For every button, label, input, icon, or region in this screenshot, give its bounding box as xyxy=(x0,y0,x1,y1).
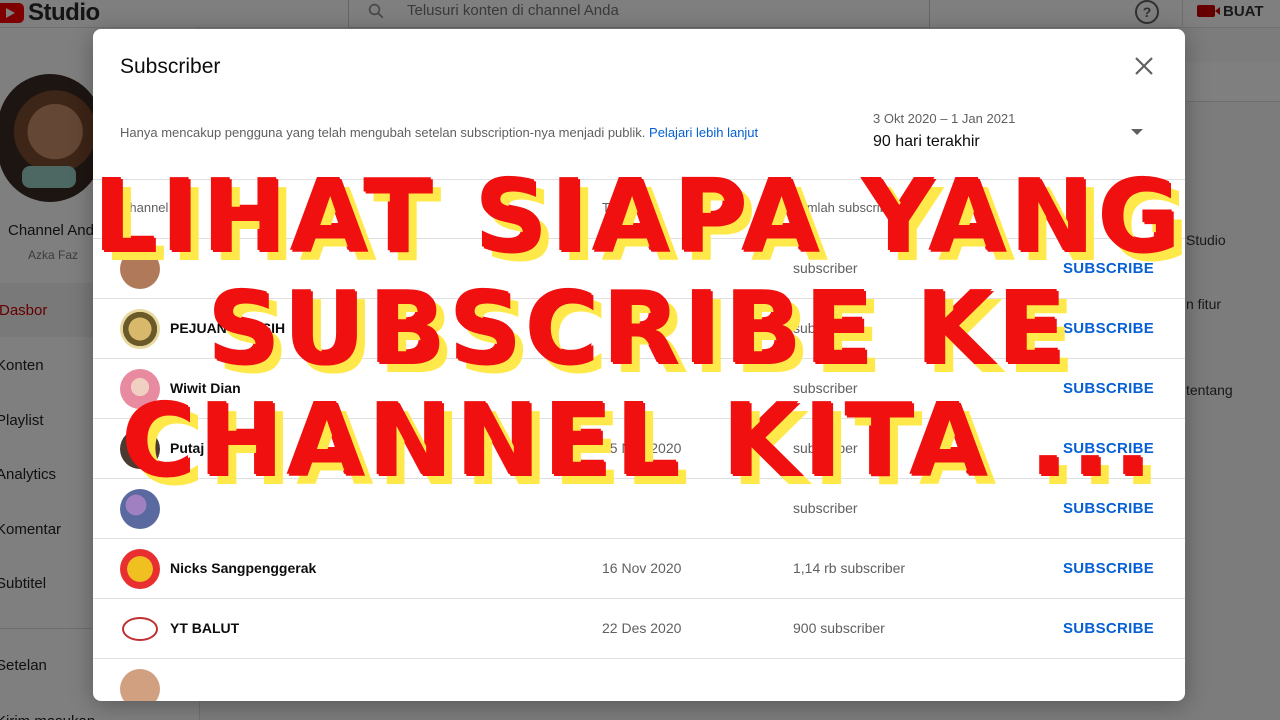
close-icon[interactable] xyxy=(1132,54,1156,78)
subscribe-date: 16 Nov 2020 xyxy=(602,560,682,576)
subscribe-date: 22 Des 2020 xyxy=(602,620,682,636)
subscriber-dialog: Subscriber Hanya mencakup pengguna yang … xyxy=(93,29,1185,701)
subscribe-button[interactable]: SUBSCRIBE xyxy=(1063,260,1154,277)
date-range-select[interactable]: 3 Okt 2020 – 1 Jan 2021 90 hari terakhir xyxy=(873,111,1153,155)
subscribe-button[interactable]: SUBSCRIBE xyxy=(1063,620,1154,637)
subscriber-name[interactable]: YT BALUT xyxy=(170,620,239,636)
avatar[interactable] xyxy=(120,369,160,409)
subscribe-button[interactable]: SUBSCRIBE xyxy=(1063,500,1154,517)
public-notice: Hanya mencakup pengguna yang telah mengu… xyxy=(120,125,758,140)
subscribe-button[interactable]: SUBSCRIBE xyxy=(1063,560,1154,577)
subscriber-count: subscriber xyxy=(793,440,858,456)
avatar[interactable] xyxy=(122,617,158,641)
subscriber-count: 1,14 rb subscriber xyxy=(793,560,906,576)
subscriber-name[interactable]: Putaj xyxy=(170,440,204,456)
table-row: subscriber SUBSCRIBE xyxy=(93,239,1185,299)
subscriber-name[interactable]: Nicks Sangpenggerak xyxy=(170,560,316,576)
column-subscribers: Jumlah subscriber xyxy=(793,200,899,215)
avatar[interactable] xyxy=(120,549,160,589)
subscriber-count: subscriber xyxy=(793,500,858,516)
avatar[interactable] xyxy=(120,489,160,529)
subscribe-button[interactable]: SUBSCRIBE xyxy=(1063,320,1154,337)
notice-text: Hanya mencakup pengguna yang telah mengu… xyxy=(120,125,646,140)
dialog-title: Subscriber xyxy=(120,55,221,78)
avatar[interactable] xyxy=(120,669,160,701)
range-value: 90 hari terakhir xyxy=(873,133,980,150)
subscriber-count: subscriber xyxy=(793,320,858,336)
subscriber-count: 900 subscriber xyxy=(793,620,885,636)
column-date: Tanggal xyxy=(602,200,648,215)
avatar[interactable] xyxy=(120,309,160,349)
table-row: PEJUANG KASIH subscriber SUBSCRIBE xyxy=(93,299,1185,359)
learn-more-link[interactable]: Pelajari lebih lanjut xyxy=(649,125,758,140)
subscriber-count: subscriber xyxy=(793,380,858,396)
table-row: Nicks Sangpenggerak 16 Nov 2020 1,14 rb … xyxy=(93,539,1185,599)
subscriber-count: subscriber xyxy=(793,260,858,276)
table-header: Channel Tanggal Jumlah subscriber xyxy=(93,179,1185,239)
avatar[interactable] xyxy=(120,429,160,469)
range-dates: 3 Okt 2020 – 1 Jan 2021 xyxy=(873,111,1016,126)
chevron-down-icon xyxy=(1131,129,1143,135)
table-row: subscriber SUBSCRIBE xyxy=(93,479,1185,539)
table-row: Wiwit Dian subscriber SUBSCRIBE xyxy=(93,359,1185,419)
subscriber-name[interactable]: PEJUANG KASIH xyxy=(170,320,285,336)
table-row xyxy=(93,659,1185,701)
avatar[interactable] xyxy=(120,249,160,289)
subscribe-button[interactable]: SUBSCRIBE xyxy=(1063,440,1154,457)
subscribe-date: 15 Nov 2020 xyxy=(602,440,682,456)
subscriber-name[interactable]: Wiwit Dian xyxy=(170,380,241,396)
table-row: Putaj 15 Nov 2020 subscriber SUBSCRIBE xyxy=(93,419,1185,479)
column-channel: Channel xyxy=(120,200,169,215)
subscribe-button[interactable]: SUBSCRIBE xyxy=(1063,380,1154,397)
table-row: YT BALUT 22 Des 2020 900 subscriber SUBS… xyxy=(93,599,1185,659)
